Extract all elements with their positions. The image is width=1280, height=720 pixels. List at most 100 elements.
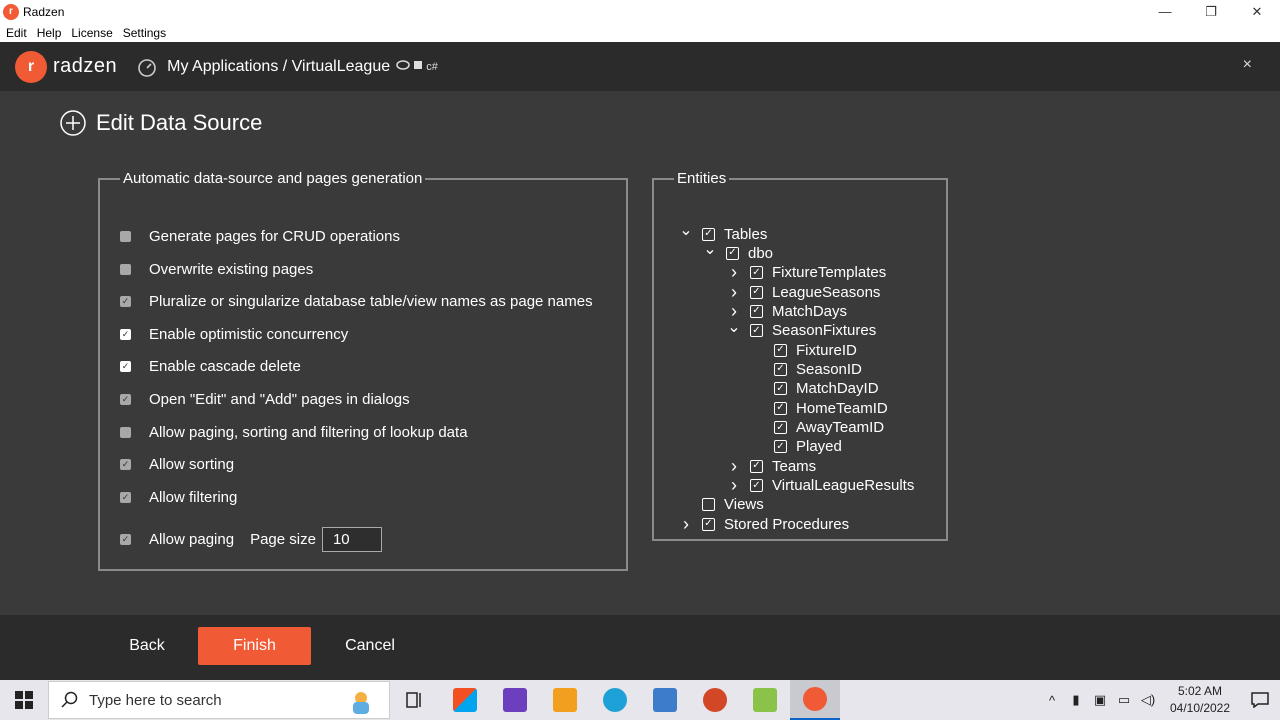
taskbar-clock[interactable]: 5:02 AM 04/10/2022 bbox=[1160, 683, 1240, 717]
option-checkbox[interactable] bbox=[120, 427, 131, 438]
chevron-right-icon[interactable]: › bbox=[726, 475, 742, 496]
option-row[interactable]: Allow filtering bbox=[120, 489, 237, 506]
search-icon bbox=[61, 691, 78, 708]
cancel-button[interactable]: Cancel bbox=[338, 627, 402, 665]
option-row[interactable]: Open "Edit" and "Add" pages in dialogs bbox=[120, 391, 410, 408]
tree-node[interactable]: ✓ Played bbox=[750, 438, 842, 456]
menu-help[interactable]: Help bbox=[37, 26, 62, 40]
edge-app[interactable] bbox=[590, 680, 640, 720]
start-button[interactable] bbox=[0, 680, 48, 720]
tree-checkbox[interactable]: ✓ bbox=[774, 362, 787, 376]
option-checkbox[interactable] bbox=[120, 231, 131, 242]
tree-checkbox[interactable] bbox=[702, 498, 715, 512]
option-checkbox[interactable] bbox=[120, 361, 131, 372]
option-row[interactable]: Allow paging, sorting and filtering of l… bbox=[120, 424, 468, 441]
notepad-app[interactable] bbox=[740, 680, 790, 720]
tree-node[interactable]: › ✓ MatchDays bbox=[726, 301, 847, 321]
tree-node[interactable]: Views bbox=[678, 496, 764, 514]
edge-icon bbox=[603, 688, 627, 712]
option-row[interactable]: Pluralize or singularize database table/… bbox=[120, 293, 593, 310]
menu-license[interactable]: License bbox=[71, 26, 112, 40]
ssms-icon bbox=[653, 688, 677, 712]
tree-checkbox[interactable]: ✓ bbox=[750, 479, 763, 493]
tree-checkbox[interactable]: ✓ bbox=[774, 421, 787, 434]
powerpoint-app[interactable] bbox=[690, 680, 740, 720]
radzen-logo[interactable]: r radzen bbox=[15, 50, 117, 83]
chevron-down-icon[interactable]: ⌄ bbox=[726, 317, 742, 337]
option-checkbox[interactable] bbox=[120, 264, 131, 275]
tree-checkbox[interactable]: ✓ bbox=[774, 343, 787, 357]
tree-node[interactable]: › ✓ VirtualLeagueResults bbox=[726, 475, 914, 496]
tree-node-label: Played bbox=[796, 438, 842, 456]
radzen-app-icon: r bbox=[3, 3, 19, 20]
network-icon[interactable]: ▣ bbox=[1088, 692, 1112, 708]
tree-node[interactable]: ⌄ ✓ Tables bbox=[678, 222, 767, 243]
tree-checkbox[interactable]: ✓ bbox=[726, 246, 739, 260]
tree-node[interactable]: ✓ FixtureID bbox=[750, 341, 857, 359]
tree-node[interactable]: ✓ HomeTeamID bbox=[750, 399, 888, 417]
chevron-right-icon[interactable]: › bbox=[678, 514, 694, 535]
chevron-right-icon[interactable]: › bbox=[726, 456, 742, 477]
tree-checkbox[interactable]: ✓ bbox=[750, 304, 763, 318]
microphone-icon[interactable]: ▮ bbox=[1064, 692, 1088, 708]
tree-node-label: Teams bbox=[772, 457, 817, 475]
tree-checkbox[interactable]: ✓ bbox=[750, 459, 763, 473]
page-size-input[interactable] bbox=[321, 527, 382, 552]
battery-icon[interactable]: ▭ bbox=[1112, 692, 1136, 708]
tree-node[interactable]: › ✓ Teams bbox=[726, 456, 817, 477]
option-row[interactable]: Enable optimistic concurrency bbox=[120, 326, 348, 343]
option-row[interactable]: Generate pages for CRUD operations bbox=[120, 228, 400, 245]
tree-checkbox[interactable]: ✓ bbox=[750, 324, 763, 338]
bird-icon bbox=[396, 60, 410, 70]
option-row[interactable]: Overwrite existing pages bbox=[120, 261, 313, 278]
tree-checkbox[interactable]: ✓ bbox=[702, 517, 715, 531]
tree-checkbox[interactable]: ✓ bbox=[774, 401, 787, 415]
notifications-button[interactable] bbox=[1240, 692, 1280, 708]
minimize-button[interactable]: — bbox=[1142, 0, 1188, 23]
task-view-button[interactable] bbox=[390, 680, 440, 720]
option-checkbox[interactable] bbox=[120, 459, 131, 470]
chevron-down-icon[interactable]: ⌄ bbox=[702, 239, 718, 259]
menu-edit[interactable]: Edit bbox=[6, 26, 27, 40]
ssms-app[interactable] bbox=[640, 680, 690, 720]
maximize-button[interactable]: ❐ bbox=[1188, 0, 1234, 23]
chevron-right-icon[interactable]: › bbox=[726, 282, 742, 303]
chevron-right-icon[interactable]: › bbox=[726, 262, 742, 283]
tree-node[interactable]: › ✓ FixtureTemplates bbox=[726, 262, 886, 283]
tree-node[interactable]: ✓ SeasonID bbox=[750, 360, 862, 378]
back-button[interactable]: Back bbox=[120, 627, 174, 665]
menu-bar: Edit Help License Settings bbox=[0, 23, 1280, 42]
breadcrumb-text[interactable]: My Applications / VirtualLeague bbox=[167, 58, 390, 76]
option-checkbox[interactable] bbox=[120, 296, 131, 307]
dashboard-icon[interactable] bbox=[137, 57, 157, 77]
tree-checkbox[interactable]: ✓ bbox=[774, 440, 787, 454]
finish-button[interactable]: Finish bbox=[198, 627, 311, 665]
sublime-app[interactable] bbox=[540, 680, 590, 720]
option-checkbox[interactable] bbox=[120, 394, 131, 405]
tree-node[interactable]: ✓ AwayTeamID bbox=[750, 419, 884, 437]
option-row[interactable]: Allow paging Page size bbox=[120, 527, 382, 552]
volume-icon[interactable]: ◁) bbox=[1136, 692, 1160, 708]
radzen-app[interactable] bbox=[790, 680, 840, 720]
chevron-down-icon[interactable]: ⌄ bbox=[678, 220, 694, 240]
tree-node[interactable]: › ✓ LeagueSeasons bbox=[726, 282, 880, 303]
store-app[interactable] bbox=[440, 680, 490, 720]
taskbar-search[interactable]: Type here to search bbox=[48, 681, 390, 719]
tree-checkbox[interactable]: ✓ bbox=[750, 285, 763, 299]
chevron-up-icon[interactable]: ^ bbox=[1040, 693, 1064, 708]
menu-settings[interactable]: Settings bbox=[123, 26, 166, 40]
tree-node[interactable]: › ✓ Stored Procedures bbox=[678, 514, 849, 535]
option-row[interactable]: Allow sorting bbox=[120, 456, 234, 473]
tree-node[interactable]: ⌄ ✓ SeasonFixtures bbox=[726, 319, 876, 340]
tree-checkbox[interactable]: ✓ bbox=[774, 382, 787, 396]
option-checkbox[interactable] bbox=[120, 534, 131, 545]
option-checkbox[interactable] bbox=[120, 492, 131, 503]
visual-studio-app[interactable] bbox=[490, 680, 540, 720]
option-row[interactable]: Enable cascade delete bbox=[120, 358, 301, 375]
close-dialog-icon[interactable]: × bbox=[1243, 56, 1252, 74]
tree-node[interactable]: ✓ MatchDayID bbox=[750, 380, 879, 398]
tree-node[interactable]: ⌄ ✓ dbo bbox=[702, 241, 773, 262]
tree-checkbox[interactable]: ✓ bbox=[750, 266, 763, 280]
close-window-button[interactable]: ✕ bbox=[1234, 0, 1280, 23]
option-checkbox[interactable] bbox=[120, 329, 131, 340]
